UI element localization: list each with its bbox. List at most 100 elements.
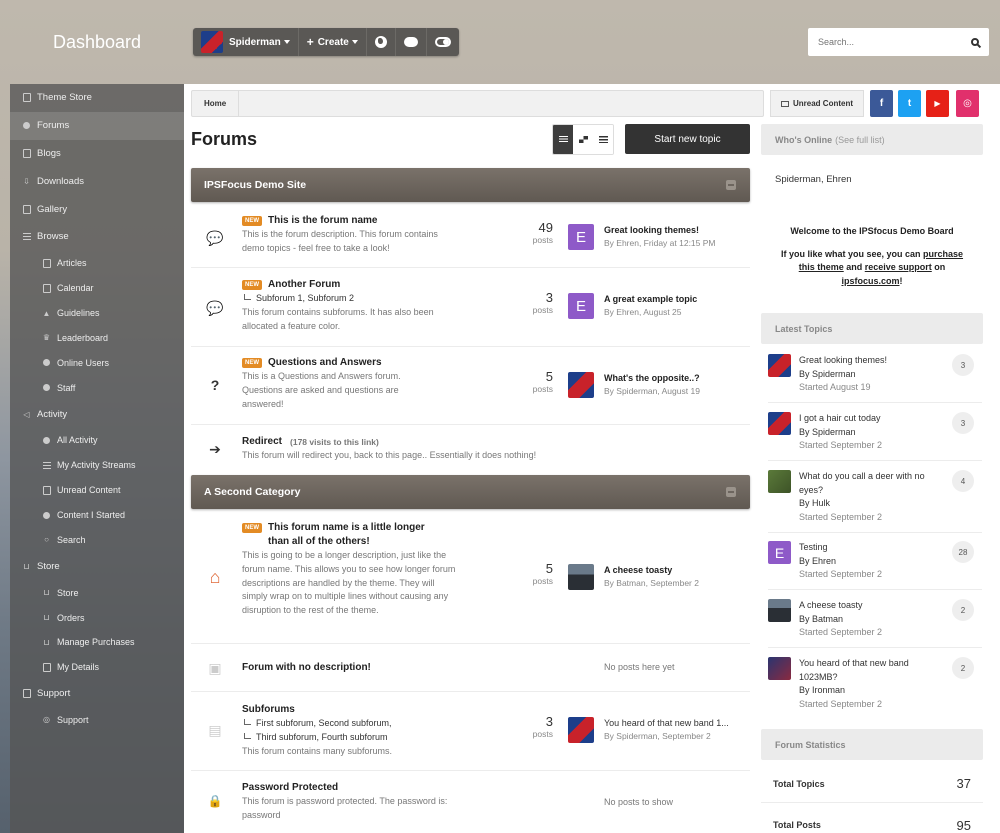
sidebar-sub-my-details[interactable]: My Details [10, 655, 184, 680]
theme-toggle-button[interactable] [427, 28, 459, 56]
sidebar-sub-unread-content[interactable]: Unread Content [10, 478, 184, 503]
avatar[interactable]: E [768, 541, 791, 564]
last-post-title[interactable]: A great example topic [604, 293, 697, 306]
sidebar-item-support[interactable]: Support [10, 680, 184, 708]
forum-name[interactable]: NEW Questions and Answers [242, 356, 457, 370]
instagram-button[interactable]: ◎ [956, 90, 979, 117]
topic-title[interactable]: What do you call a deer with no eyes? [799, 470, 944, 497]
forum-name[interactable]: Forum with no description! [242, 661, 457, 675]
sidebar-sub-label: Manage Purchases [57, 637, 135, 648]
forum-name[interactable]: Subforums [242, 703, 457, 717]
support-link[interactable]: receive support [865, 262, 932, 272]
avatar[interactable] [768, 599, 791, 622]
create-menu[interactable]: + Create [299, 28, 367, 56]
subforum-list[interactable]: First subforum, Second subforum, [242, 717, 457, 731]
online-users[interactable]: Spiderman, Ehren [775, 174, 852, 185]
forum-name[interactable]: NEW Another Forum [242, 278, 457, 292]
avatar[interactable] [568, 372, 594, 398]
avatar[interactable] [768, 657, 791, 680]
table-view-button[interactable] [553, 125, 573, 154]
sidebar-sub-manage-purchases[interactable]: ⊔ Manage Purchases [10, 630, 184, 655]
last-post-title[interactable]: A cheese toasty [604, 564, 699, 577]
topic-title[interactable]: You heard of that new band 1023MB? [799, 657, 944, 684]
forum-name[interactable]: NEW This forum name is a little longer th… [242, 521, 457, 549]
messages-button[interactable] [396, 28, 427, 56]
avatar[interactable] [568, 717, 594, 743]
breadcrumb-home[interactable]: Home [192, 91, 240, 116]
sidebar-item-label: Downloads [37, 175, 84, 187]
sidebar-sub-my-activity-streams[interactable]: My Activity Streams [10, 453, 184, 478]
avatar[interactable] [568, 564, 594, 590]
unread-content-button[interactable]: Unread Content [770, 90, 864, 117]
forum-name[interactable]: Redirect (178 visits to this link) [242, 435, 582, 449]
site-link[interactable]: ipsfocus.com [841, 276, 899, 286]
topic-title[interactable]: I got a hair cut today [799, 412, 944, 426]
house-icon: ⌂ [209, 566, 221, 587]
sidebar-sub-leaderboard[interactable]: ♛ Leaderboard [10, 325, 184, 350]
collapse-icon[interactable] [726, 180, 736, 190]
sidebar-sub-support[interactable]: ◎ Support [10, 708, 184, 733]
grid-view-button[interactable] [573, 125, 593, 154]
latest-topic-item[interactable]: A cheese toasty By Batman Started Septembe… [768, 599, 982, 648]
sidebar-item-blogs[interactable]: Blogs [10, 140, 184, 168]
subforum-list[interactable]: Third subforum, Fourth subforum [242, 731, 457, 745]
facebook-button[interactable]: f [870, 90, 893, 117]
sidebar-item-downloads[interactable]: ⇩ Downloads [10, 167, 184, 195]
globe-icon [42, 436, 51, 445]
sidebar-sub-articles[interactable]: Articles [10, 251, 184, 276]
sidebar-item-store[interactable]: ⊔ Store [10, 552, 184, 580]
avatar[interactable] [768, 470, 791, 493]
last-post-title[interactable]: What's the opposite..? [604, 372, 700, 385]
topic-started: Started September 2 [799, 511, 883, 522]
stat-row-total-posts: Total Posts 95 [761, 806, 983, 833]
start-new-topic-button[interactable]: Start new topic [625, 124, 750, 154]
avatar[interactable]: E [568, 293, 594, 319]
sidebar-item-forums[interactable]: Forums [10, 111, 184, 140]
latest-topic-item[interactable]: What do you call a deer with no eyes? By … [768, 470, 982, 533]
sidebar-item-gallery[interactable]: Gallery [10, 195, 184, 223]
sidebar-sub-search[interactable]: ○ Search [10, 527, 184, 552]
latest-topic-item[interactable]: I got a hair cut today By Spiderman Starte… [768, 412, 982, 461]
sidebar-sub-online-users[interactable]: Online Users [10, 350, 184, 375]
avatar[interactable] [768, 354, 791, 377]
sidebar-sub-guidelines[interactable]: ▲ Guidelines [10, 301, 184, 326]
forum-name[interactable]: NEW This is the forum name [242, 214, 457, 228]
main-content: Home Unread Content f t ▶ ◎ Forums Start… [184, 84, 1000, 833]
avatar[interactable] [768, 412, 791, 435]
category-header[interactable]: IPSFocus Demo Site [191, 168, 750, 202]
category-header[interactable]: A Second Category [191, 475, 750, 509]
see-full-list-link[interactable]: (See full list) [835, 135, 885, 145]
dashboard-title[interactable]: Dashboard [10, 0, 184, 84]
latest-topic-item[interactable]: You heard of that new band 1023MB? By Iro… [768, 657, 982, 717]
sidebar-item-activity[interactable]: ◁ Activity [10, 400, 184, 428]
topic-title[interactable]: A cheese toasty [799, 599, 944, 613]
collapse-icon[interactable] [726, 487, 736, 497]
latest-topic-item[interactable]: E Testing By Ehren Started September 2 28 [768, 541, 982, 590]
twitter-button[interactable]: t [898, 90, 921, 117]
avatar[interactable]: E [568, 224, 594, 250]
sidebar-sub-calendar[interactable]: Calendar [10, 276, 184, 301]
sidebar-item-browse[interactable]: Browse [10, 223, 184, 251]
list-view-button[interactable] [593, 125, 613, 154]
last-post-title[interactable]: Great looking themes! [604, 224, 716, 237]
topic-title[interactable]: Great looking themes! [799, 354, 944, 368]
latest-topic-item[interactable]: Great looking themes! By Spiderman Started… [768, 354, 982, 403]
notifications-button[interactable] [367, 28, 396, 56]
sidebar-sub-content-i-started[interactable]: Content I Started [10, 503, 184, 528]
youtube-button[interactable]: ▶ [926, 90, 949, 117]
sidebar-item-theme-store[interactable]: Theme Store [10, 84, 184, 112]
last-post-title[interactable]: You heard of that new band 1... [604, 717, 729, 730]
sidebar-sub-label: Guidelines [57, 308, 100, 318]
sidebar-sub-store[interactable]: ⊔ Store [10, 580, 184, 605]
subforum-list[interactable]: Subforum 1, Subforum 2 [242, 292, 457, 306]
search-icon[interactable] [971, 38, 979, 46]
sidebar-sub-staff[interactable]: Staff [10, 375, 184, 400]
sidebar-sub-all-activity[interactable]: All Activity [10, 428, 184, 453]
topic-started: Started September 2 [799, 627, 883, 637]
post-count: 49 posts [511, 220, 553, 245]
user-menu[interactable]: Spiderman [193, 28, 299, 56]
forum-name[interactable]: Password Protected [242, 781, 457, 795]
search-input[interactable] [818, 37, 971, 47]
topic-title[interactable]: Testing [799, 541, 944, 555]
sidebar-sub-orders[interactable]: ⊔ Orders [10, 605, 184, 630]
